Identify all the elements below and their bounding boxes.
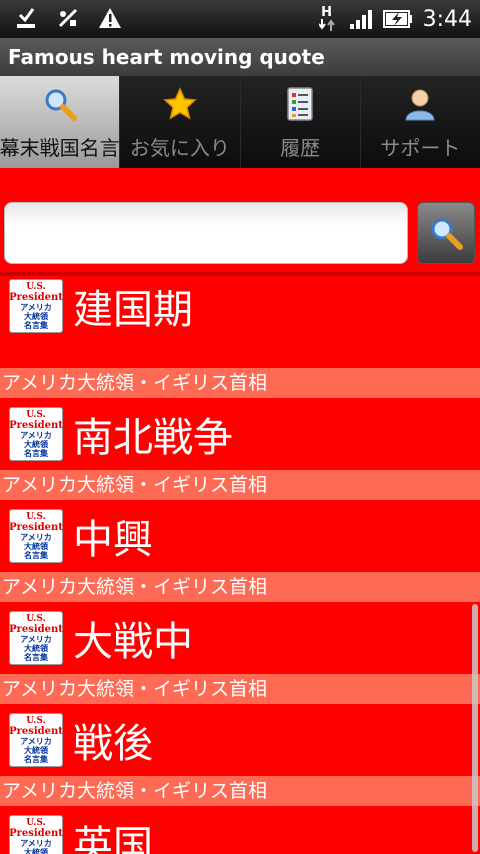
download-done-icon <box>14 5 38 31</box>
badge-line: U.S. <box>26 281 46 292</box>
app-title: Famous heart moving quote <box>0 38 480 76</box>
hspa-data-icon: H <box>315 6 339 32</box>
badge-line: 名言集 <box>24 550 48 560</box>
signal-icon <box>349 6 373 32</box>
list-item-title: 英国 <box>73 823 153 854</box>
tab-history[interactable]: 履歴 <box>240 76 361 168</box>
badge-line: 名言集 <box>24 652 48 662</box>
badge-line: 大統領 <box>24 311 48 321</box>
badge-line: U.S. <box>26 715 46 726</box>
history-list-icon <box>282 86 318 122</box>
list-item-category: アメリカ大統領・イギリス首相 <box>0 572 480 602</box>
list-item-body: U.S. President アメリカ 大統領 名言集 大戦中 <box>0 602 480 674</box>
badge-line: アメリカ <box>20 736 52 746</box>
list-item[interactable]: U.S. President アメリカ 大統領 名言集 建国期 <box>0 276 480 368</box>
usb-debug-icon <box>56 5 80 31</box>
list-item-title: 中興 <box>73 517 153 563</box>
list-item[interactable]: アメリカ大統領・イギリス首相 U.S. President アメリカ 大統領 名… <box>0 470 480 572</box>
search-bar <box>0 168 480 276</box>
tab-support[interactable]: サポート <box>360 76 480 168</box>
list-item-body: U.S. President アメリカ 大統領 名言集 戦後 <box>0 704 480 776</box>
list-item-title: 戦後 <box>73 721 153 767</box>
list-item[interactable]: アメリカ大統領・イギリス首相 U.S. President アメリカ 大統領 名… <box>0 776 480 854</box>
badge-line: アメリカ <box>20 302 52 312</box>
badge-line: 大統領 <box>24 847 48 854</box>
list-item-category: アメリカ大統領・イギリス首相 <box>0 674 480 704</box>
badge-line: President <box>9 521 63 533</box>
badge-line: 大統領 <box>24 439 48 449</box>
president-badge-icon: U.S. President アメリカ 大統領 名言集 <box>9 815 63 854</box>
list-item-title: 南北戦争 <box>73 415 233 461</box>
badge-line: 大統領 <box>24 745 48 755</box>
badge-line: U.S. <box>26 511 46 522</box>
list-item-category: アメリカ大統領・イギリス首相 <box>0 470 480 500</box>
search-icon <box>429 216 463 250</box>
person-icon <box>402 86 438 122</box>
status-bar: H 3:44 <box>0 0 480 38</box>
list-item-body: U.S. President アメリカ 大統領 名言集 南北戦争 <box>0 398 480 470</box>
star-icon <box>162 86 198 122</box>
badge-line: アメリカ <box>20 532 52 542</box>
badge-line: President <box>9 419 63 431</box>
list-item-body: U.S. President アメリカ 大統領 名言集 建国期 <box>0 276 480 346</box>
president-badge-icon: U.S. President アメリカ 大統領 名言集 <box>9 509 63 563</box>
president-badge-icon: U.S. President アメリカ 大統領 名言集 <box>9 279 63 333</box>
badge-line: U.S. <box>26 613 46 624</box>
scrollbar[interactable] <box>472 604 478 852</box>
badge-line: President <box>9 623 63 635</box>
badge-line: 名言集 <box>24 754 48 764</box>
badge-line: 大統領 <box>24 643 48 653</box>
tab-label: 履歴 <box>280 136 321 160</box>
president-badge-icon: U.S. President アメリカ 大統領 名言集 <box>9 713 63 767</box>
list-item-body: U.S. President アメリカ 大統領 名言集 中興 <box>0 500 480 572</box>
tab-bar: 幕末戦国名言 お気に入り 履歴 サポート <box>0 76 480 168</box>
search-input[interactable] <box>4 202 408 264</box>
badge-line: President <box>9 827 63 839</box>
badge-line: 名言集 <box>24 320 48 330</box>
badge-line: 名言集 <box>24 448 48 458</box>
badge-line: アメリカ <box>20 838 52 848</box>
president-badge-icon: U.S. President アメリカ 大統領 名言集 <box>9 611 63 665</box>
badge-line: U.S. <box>26 409 46 420</box>
warning-icon <box>98 5 122 31</box>
president-badge-icon: U.S. President アメリカ 大統領 名言集 <box>9 407 63 461</box>
tab-favorites[interactable]: お気に入り <box>120 76 241 168</box>
clock: 3:44 <box>422 6 472 32</box>
tab-quotes[interactable]: 幕末戦国名言 <box>0 76 121 168</box>
list-item[interactable]: アメリカ大統領・イギリス首相 U.S. President アメリカ 大統領 名… <box>0 572 480 674</box>
battery-charging-icon <box>382 6 413 32</box>
list-item-title: 大戦中 <box>73 619 193 665</box>
quote-category-list: U.S. President アメリカ 大統領 名言集 建国期 アメリカ大統領・… <box>0 276 480 854</box>
badge-line: President <box>9 725 63 737</box>
badge-line: 大統領 <box>24 541 48 551</box>
tab-label: お気に入り <box>129 136 230 160</box>
badge-line: U.S. <box>26 817 46 828</box>
list-item[interactable]: アメリカ大統領・イギリス首相 U.S. President アメリカ 大統領 名… <box>0 368 480 470</box>
list-item-body: U.S. President アメリカ 大統領 名言集 英国 <box>0 806 480 854</box>
list-item-category: アメリカ大統領・イギリス首相 <box>0 368 480 398</box>
tab-label: 幕末戦国名言 <box>0 136 120 160</box>
list-item-category: アメリカ大統領・イギリス首相 <box>0 776 480 806</box>
search-button[interactable] <box>417 202 475 264</box>
list-item[interactable]: アメリカ大統領・イギリス首相 U.S. President アメリカ 大統領 名… <box>0 674 480 776</box>
badge-line: アメリカ <box>20 634 52 644</box>
search-icon <box>42 86 78 122</box>
app-screen: H 3:44 Famous heart moving quote 幕末戦国名言 <box>0 0 480 854</box>
tab-label: サポート <box>380 136 461 160</box>
badge-line: アメリカ <box>20 430 52 440</box>
list-item-title: 建国期 <box>73 287 193 333</box>
badge-line: President <box>9 291 63 303</box>
network-type-label: H <box>321 5 333 20</box>
